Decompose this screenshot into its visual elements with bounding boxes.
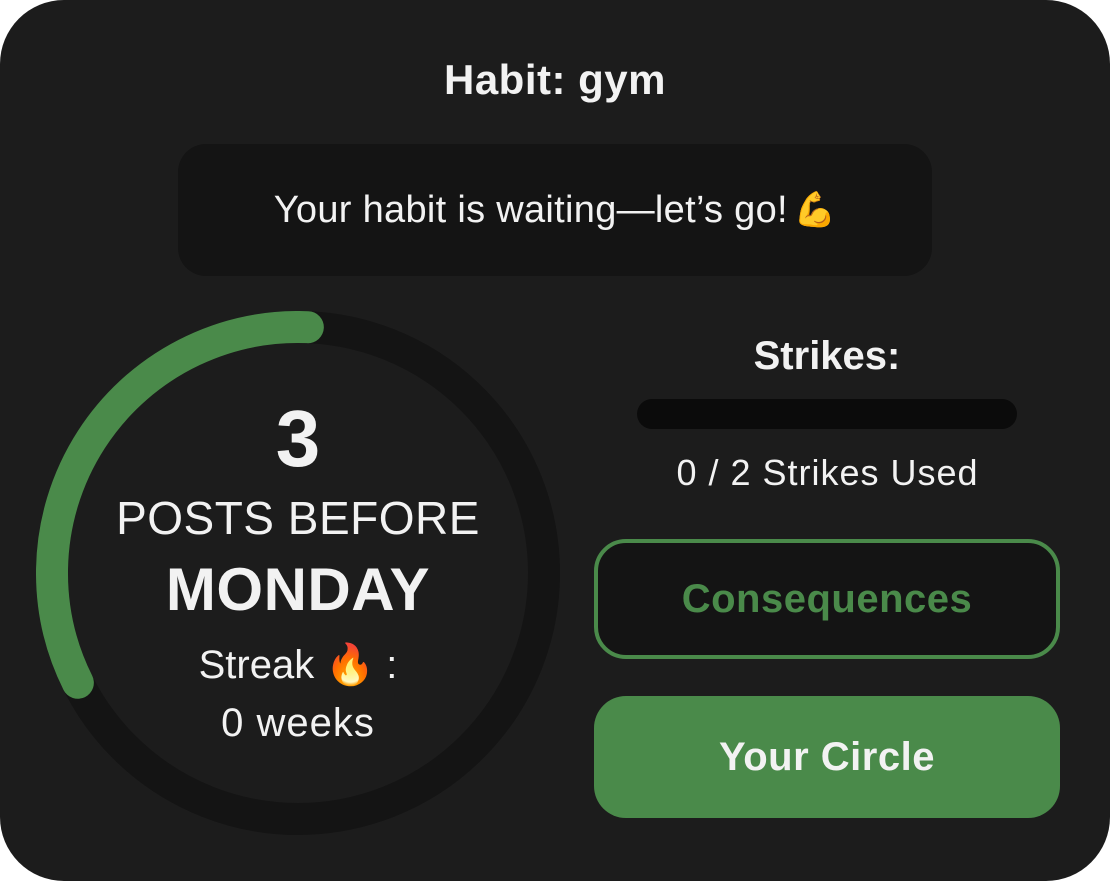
consequences-button[interactable]: Consequences xyxy=(594,539,1060,659)
motivation-message-box: Your habit is waiting—let’s go! 💪 xyxy=(178,144,932,276)
motivation-message: Your habit is waiting—let’s go! xyxy=(273,188,788,231)
deadline-day: MONDAY xyxy=(165,556,431,623)
strikes-used-text: 0 / 2 Strikes Used xyxy=(676,452,979,493)
progress-ring-content: 3 POSTS BEFORE MONDAY Streak 🔥 : 0 weeks xyxy=(36,311,560,835)
habit-card: Habit: gym Your habit is waiting—let’s g… xyxy=(0,0,1110,881)
strikes-progress-bar xyxy=(637,399,1017,429)
streak-label: Streak 🔥 : xyxy=(198,643,398,687)
strikes-title: Strikes: xyxy=(753,334,901,378)
your-circle-button[interactable]: Your Circle xyxy=(594,696,1060,818)
habit-title: Habit: gym xyxy=(443,56,666,103)
posts-before-label: POSTS BEFORE xyxy=(116,492,480,544)
streak-value: 0 weeks xyxy=(221,701,375,745)
posts-remaining-count: 3 xyxy=(275,394,321,483)
flexed-biceps-icon: 💪 xyxy=(793,191,837,229)
